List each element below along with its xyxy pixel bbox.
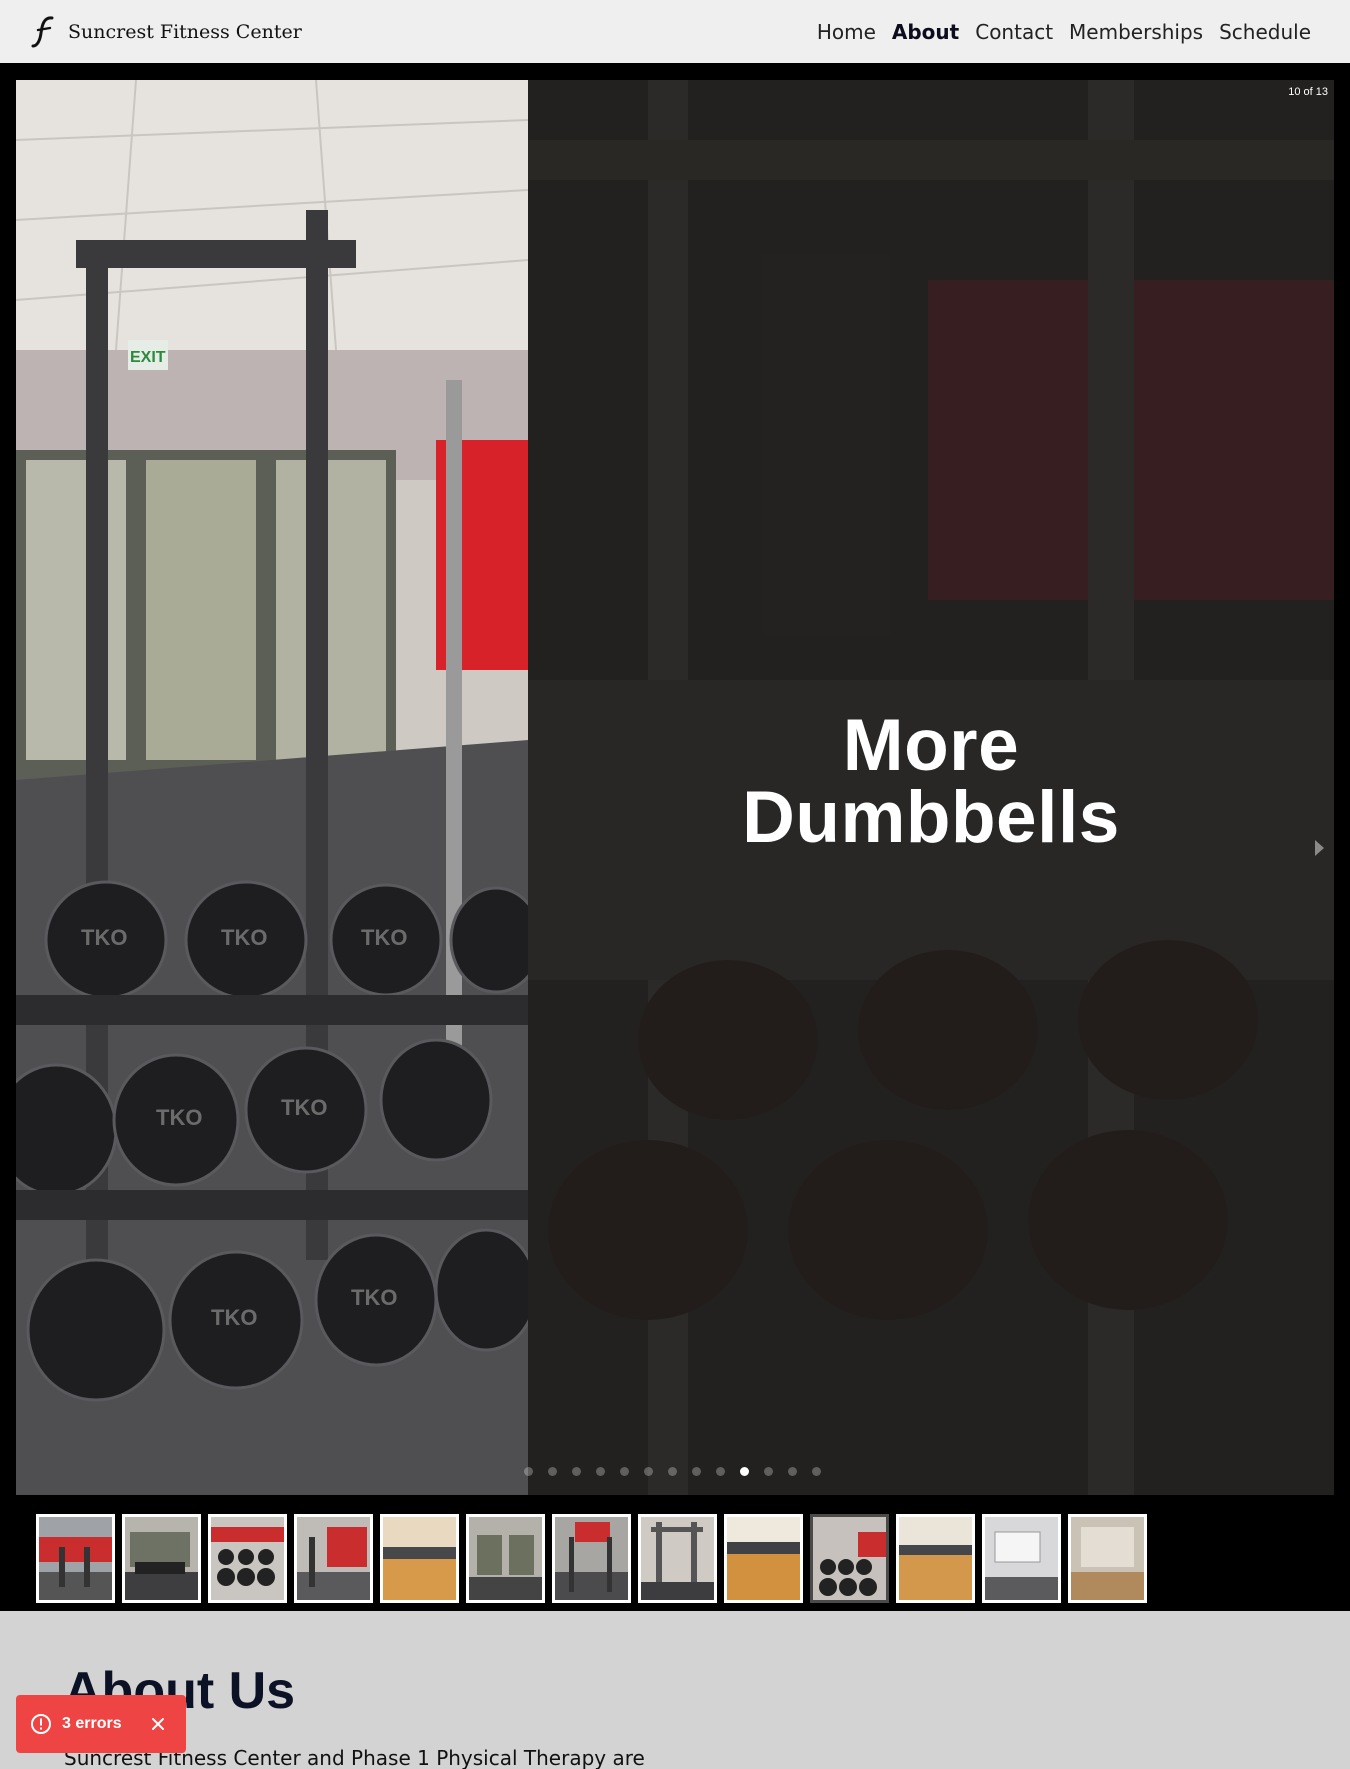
thumbnail-2[interactable] [122, 1514, 201, 1603]
close-icon[interactable] [150, 1716, 166, 1732]
thumbnail-8[interactable] [638, 1514, 717, 1603]
thumbnail-10[interactable] [810, 1514, 889, 1603]
thumbnail-6[interactable] [466, 1514, 545, 1603]
slide-dot-11[interactable] [764, 1467, 773, 1476]
thumbnail-3[interactable] [208, 1514, 287, 1603]
slide-dot-10[interactable] [740, 1467, 749, 1476]
thumbnail-5[interactable] [380, 1514, 459, 1603]
thumbnail-strip [36, 1514, 1147, 1603]
thumbnail-1[interactable] [36, 1514, 115, 1603]
slide-dot-3[interactable] [572, 1467, 581, 1476]
svg-text:TKO: TKO [361, 925, 407, 950]
next-slide-arrow-icon[interactable] [1310, 833, 1330, 863]
slide-indicators [524, 1467, 821, 1476]
slide-dot-9[interactable] [716, 1467, 725, 1476]
thumbnail-12[interactable] [982, 1514, 1061, 1603]
slide-title-line2: Dumbbells [742, 777, 1120, 858]
svg-text:TKO: TKO [351, 1285, 397, 1310]
navbar: Suncrest Fitness Center Home About Conta… [0, 0, 1350, 63]
thumbnail-4[interactable] [294, 1514, 373, 1603]
thumbnail-13[interactable] [1068, 1514, 1147, 1603]
slide-dot-4[interactable] [596, 1467, 605, 1476]
slide-dot-2[interactable] [548, 1467, 557, 1476]
slide-dot-1[interactable] [524, 1467, 533, 1476]
slide-dot-7[interactable] [668, 1467, 677, 1476]
alert-circle-icon [31, 1714, 51, 1734]
slide-dot-8[interactable] [692, 1467, 701, 1476]
nav-memberships[interactable]: Memberships [1069, 20, 1203, 44]
nav-contact[interactable]: Contact [975, 20, 1053, 44]
nav-about[interactable]: About [892, 20, 959, 44]
image-carousel[interactable]: TKO TKO TKO TKO TKO TKO TKO EXIT 10 of 1… [0, 63, 1350, 1611]
svg-text:TKO: TKO [81, 925, 127, 950]
nav-links: Home About Contact Memberships Schedule [817, 20, 1311, 44]
slide-title-line1: More [842, 705, 1020, 786]
slide-dot-12[interactable] [788, 1467, 797, 1476]
error-toast[interactable]: 3 errors [16, 1695, 186, 1753]
slide-dot-6[interactable] [644, 1467, 653, 1476]
slide-title: More Dumbbells [528, 709, 1334, 854]
slide-photo: TKO TKO TKO TKO TKO TKO TKO EXIT [16, 80, 528, 1495]
about-section: About Us Suncrest Fitness Center and Pha… [0, 1611, 1350, 1769]
error-count-label: 3 errors [62, 1715, 122, 1732]
svg-text:TKO: TKO [156, 1105, 202, 1130]
slide-dot-5[interactable] [620, 1467, 629, 1476]
nav-schedule[interactable]: Schedule [1219, 20, 1311, 44]
svg-text:TKO: TKO [281, 1095, 327, 1120]
slide-counter: 10 of 13 [1288, 86, 1328, 98]
logo-icon [31, 15, 54, 47]
brand-name: Suncrest Fitness Center [68, 20, 302, 43]
svg-text:EXIT: EXIT [130, 349, 166, 366]
brand[interactable]: Suncrest Fitness Center [30, 15, 302, 49]
thumbnail-11[interactable] [896, 1514, 975, 1603]
nav-home[interactable]: Home [817, 20, 876, 44]
thumbnail-9[interactable] [724, 1514, 803, 1603]
slide-dot-13[interactable] [812, 1467, 821, 1476]
thumbnail-7[interactable] [552, 1514, 631, 1603]
svg-text:TKO: TKO [221, 925, 267, 950]
svg-text:TKO: TKO [211, 1305, 257, 1330]
